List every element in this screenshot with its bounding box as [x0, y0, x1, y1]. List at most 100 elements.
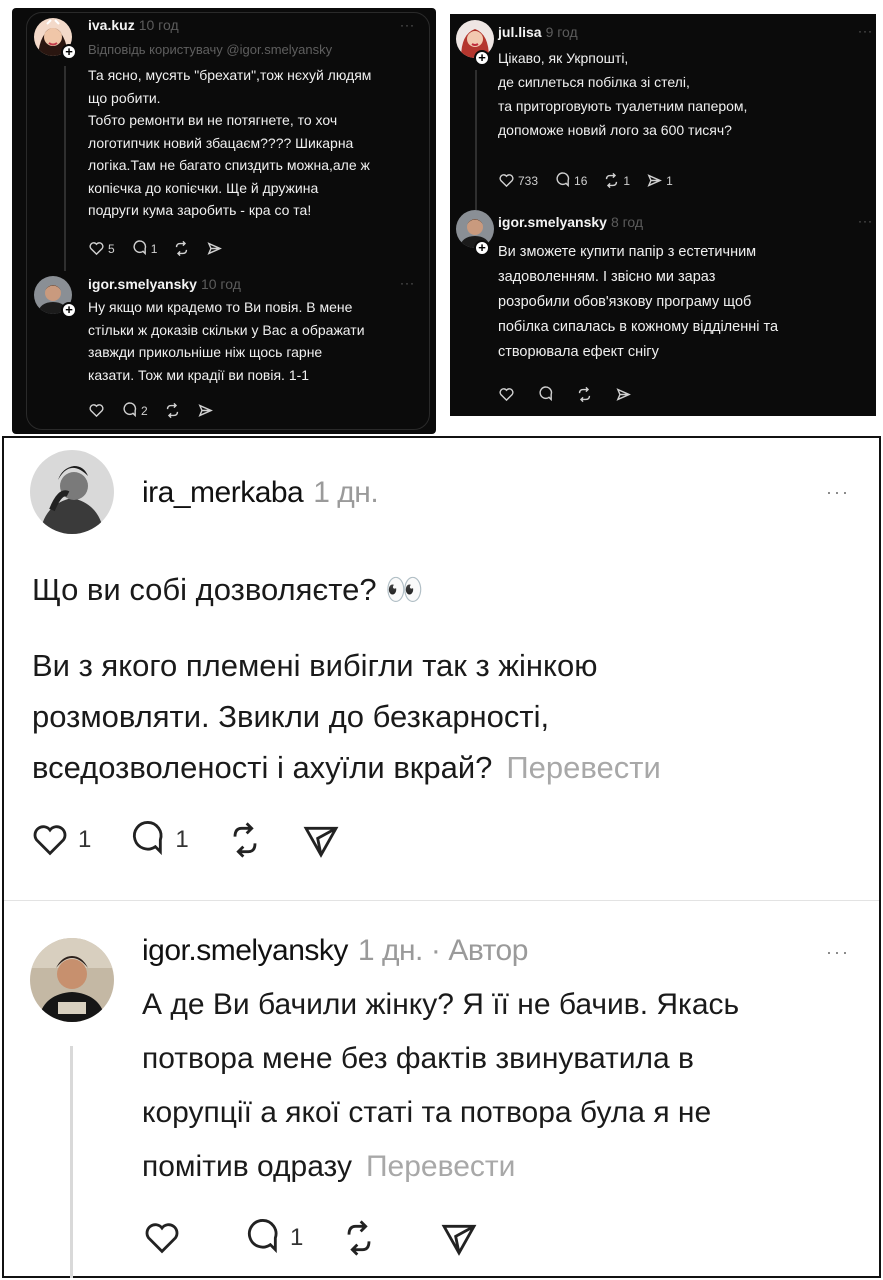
- thread-line: [64, 66, 66, 271]
- more-icon[interactable]: ···: [400, 276, 415, 290]
- action-bar: 1 1: [30, 820, 377, 860]
- like-count: 1: [78, 826, 92, 853]
- reply-count: 1: [150, 241, 158, 256]
- screenshot-bottom: ira_merkaba 1 дн. ··· Що ви собі дозволяє…: [2, 436, 881, 1278]
- more-icon[interactable]: ···: [400, 18, 415, 32]
- screenshot-right: + jul.lisa 9 год ··· Цікаво, як Укрпошті,…: [450, 14, 876, 416]
- reply-count: 1: [290, 1224, 304, 1251]
- post-time: 9 год: [545, 24, 578, 40]
- post-text-line1: Що ви собі дозволяєте? 👀: [32, 572, 424, 607]
- reply-count: 1: [175, 826, 189, 853]
- separator: ·: [430, 934, 441, 967]
- repost-icon: [578, 386, 591, 403]
- comment-icon: [247, 1219, 278, 1254]
- post-author[interactable]: ira_merkaba 1 дн.: [142, 476, 379, 510]
- repost-icon: [176, 240, 188, 257]
- share-icon: [647, 174, 663, 187]
- repost-count: 1: [623, 173, 631, 188]
- reply-button[interactable]: [537, 386, 554, 403]
- share-button[interactable]: [615, 386, 632, 403]
- follow-plus-icon[interactable]: +: [61, 302, 77, 318]
- share-button[interactable]: 1: [646, 172, 673, 189]
- reply-button[interactable]: 1: [242, 1218, 303, 1258]
- post-time: 1 дн.: [313, 476, 379, 509]
- repost-button[interactable]: [173, 240, 190, 257]
- more-icon[interactable]: ···: [858, 24, 873, 38]
- action-bar: [498, 386, 648, 403]
- reply-count: 16: [574, 173, 588, 188]
- share-icon: [303, 826, 339, 858]
- like-button[interactable]: 733: [498, 172, 538, 189]
- repost-button[interactable]: 1: [603, 172, 630, 189]
- post-time: 10 год: [200, 276, 241, 292]
- like-count: 733: [518, 173, 539, 188]
- reply-to-label: Відповідь користувачу @igor.smelyansky: [88, 42, 333, 57]
- follow-plus-icon[interactable]: +: [61, 44, 77, 60]
- avatar-ira-merkaba[interactable]: [30, 450, 114, 534]
- screenshot-left: + iva.kuz 10 год ··· Відповідь користувач…: [12, 8, 436, 434]
- post-author[interactable]: iva.kuz 10 год: [88, 17, 179, 33]
- repost-button[interactable]: [164, 402, 181, 419]
- post-text: Цікаво, як Укрпошті, де сиплеться побілк…: [498, 50, 748, 138]
- post-text: Ви зможете купити папір з естетичним зад…: [498, 244, 779, 360]
- follow-plus-icon[interactable]: +: [474, 240, 490, 256]
- comment-icon: [556, 172, 570, 188]
- post-time: 10 год: [138, 17, 179, 33]
- heart-icon: [33, 825, 67, 856]
- share-icon: [441, 1224, 477, 1256]
- repost-button[interactable]: [225, 820, 265, 860]
- avatar-igor-smelyansky[interactable]: [30, 938, 114, 1022]
- heart-icon: [145, 1223, 179, 1254]
- translate-link[interactable]: Перевести: [366, 1150, 515, 1183]
- post-text: Ну якщо ми крадемо то Ви повія. В мене с…: [88, 299, 365, 383]
- more-icon[interactable]: ···: [858, 214, 873, 228]
- thread-line: [70, 1046, 73, 1278]
- share-button[interactable]: [439, 1218, 479, 1258]
- comment-icon: [123, 402, 137, 418]
- comment-icon: [539, 386, 553, 402]
- like-button[interactable]: [498, 386, 515, 403]
- share-icon: [198, 404, 213, 417]
- post-author[interactable]: igor.smelyansky 1 дн. · Автор: [142, 934, 528, 968]
- heart-icon: [89, 404, 104, 418]
- share-count: 1: [666, 173, 673, 188]
- post-time: 1 дн.: [357, 934, 423, 967]
- post-text: А де Ви бачили жінку? Я її не бачив. Яка…: [142, 988, 740, 1183]
- more-icon[interactable]: ···: [826, 482, 850, 503]
- repost-button[interactable]: [339, 1218, 379, 1258]
- reply-count: 2: [141, 403, 148, 418]
- divider: [4, 900, 879, 901]
- reply-button[interactable]: 1: [131, 240, 158, 257]
- share-icon: [207, 242, 223, 255]
- share-button[interactable]: [197, 402, 214, 419]
- share-icon: [616, 388, 631, 401]
- like-button[interactable]: [88, 402, 105, 419]
- author-badge: Автор: [448, 934, 528, 967]
- follow-plus-icon[interactable]: +: [474, 50, 490, 66]
- heart-icon: [499, 174, 514, 188]
- post-text: Та ясно, мусять "брехати",тож нєхуй людя…: [88, 67, 372, 218]
- reply-button[interactable]: 2: [121, 402, 148, 419]
- reply-button[interactable]: 16: [554, 172, 587, 189]
- repost-icon: [166, 402, 178, 419]
- share-button[interactable]: [301, 820, 341, 860]
- like-count: 5: [108, 241, 115, 256]
- comment-icon: [133, 821, 163, 856]
- share-button[interactable]: [206, 240, 223, 257]
- post-author[interactable]: jul.lisa 9 год: [498, 24, 578, 40]
- action-bar: 2: [88, 402, 230, 419]
- heart-icon: [89, 242, 104, 256]
- like-button[interactable]: 1: [30, 820, 91, 860]
- reply-button[interactable]: 1: [127, 820, 189, 860]
- like-button[interactable]: [142, 1218, 182, 1258]
- like-button[interactable]: 5: [88, 240, 115, 257]
- translate-link[interactable]: Перевести: [506, 750, 660, 785]
- thread-line: [475, 70, 477, 210]
- repost-icon: [233, 822, 257, 858]
- post-author[interactable]: igor.smelyansky 8 год: [498, 214, 643, 230]
- post-text: Ви з якого племені вибігли так з жінкою …: [32, 648, 661, 785]
- comment-icon: [133, 240, 146, 256]
- post-author[interactable]: igor.smelyansky 10 год: [88, 276, 241, 292]
- repost-button[interactable]: [576, 386, 593, 403]
- more-icon[interactable]: ···: [826, 942, 850, 963]
